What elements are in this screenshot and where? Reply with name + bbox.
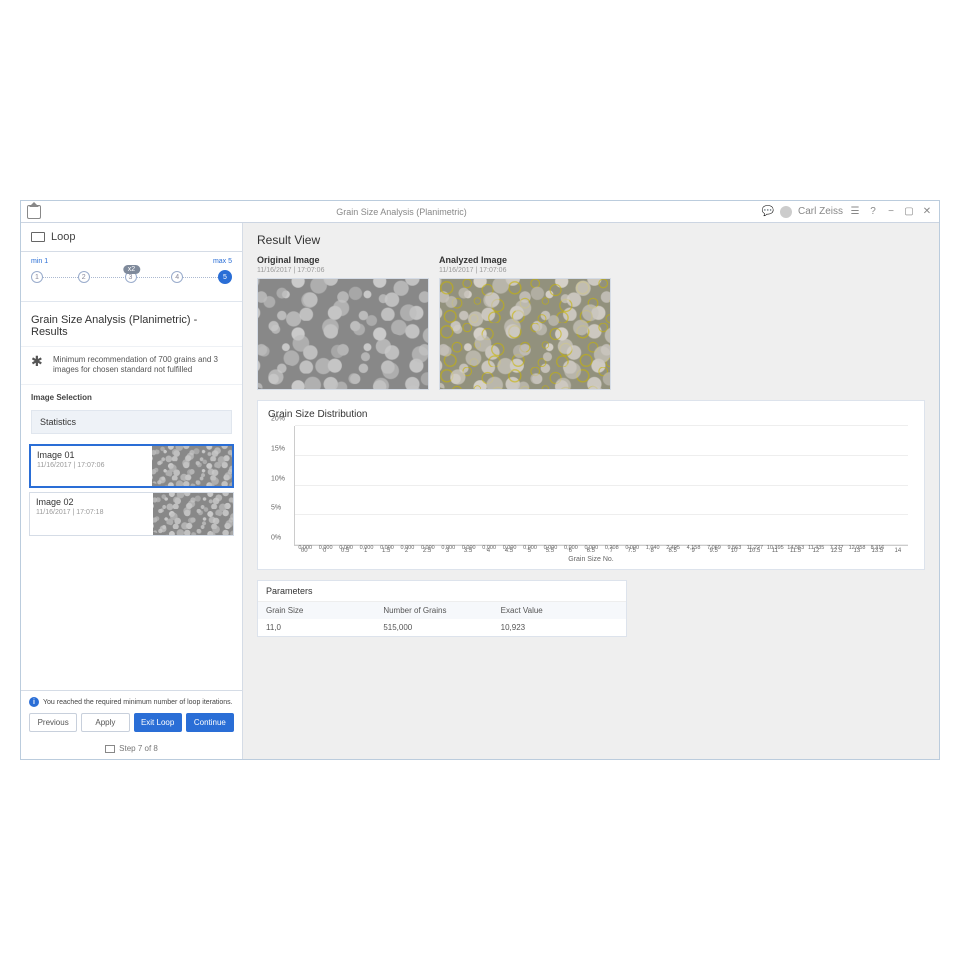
apply-button[interactable]: Apply: [81, 713, 129, 732]
analyzed-image-ts: 11/16/2017 | 17:07:06: [439, 267, 611, 274]
recommendation-text: Minimum recommendation of 700 grains and…: [53, 355, 232, 376]
main-content: Result View Original Image 11/16/2017 | …: [243, 223, 939, 759]
original-image-ts: 11/16/2017 | 17:07:06: [257, 267, 429, 274]
info-icon: i: [29, 697, 39, 707]
window-title: Grain Size Analysis (Planimetric): [41, 207, 762, 217]
loop-label: Loop: [51, 231, 75, 243]
progress-step-5[interactable]: 5: [218, 270, 232, 284]
menu-icon[interactable]: ☰: [849, 206, 861, 218]
help-icon[interactable]: ?: [867, 206, 879, 218]
user-avatar-icon[interactable]: [780, 206, 792, 218]
sidebar-footer: i You reached the required minimum numbe…: [21, 690, 242, 738]
progress-step-1[interactable]: 1: [31, 271, 43, 283]
param-header-exact-value: Exact Value: [501, 606, 618, 615]
user-name: Carl Zeiss: [798, 206, 843, 217]
step-text: Step 7 of 8: [119, 744, 158, 753]
image-list: Image 01 11/16/2017 | 17:07:06 Image 02 …: [21, 440, 242, 690]
recommendation-row: Minimum recommendation of 700 grains and…: [21, 347, 242, 385]
info-text: You reached the required minimum number …: [43, 699, 233, 706]
statistics-tab[interactable]: Statistics: [31, 410, 232, 434]
image-timestamp: 11/16/2017 | 17:07:06: [37, 462, 146, 469]
app-window: Grain Size Analysis (Planimetric) 💬 Carl…: [20, 200, 940, 760]
analyzed-image[interactable]: [439, 278, 611, 390]
loop-header: Loop: [21, 223, 242, 252]
info-row: i You reached the required minimum numbe…: [29, 697, 234, 707]
image-thumbnail: [153, 493, 233, 535]
progress-step-2[interactable]: 2: [78, 271, 90, 283]
progress-badge: x2: [123, 265, 140, 274]
progress-step-4[interactable]: 4: [171, 271, 183, 283]
param-header-num-grains: Number of Grains: [383, 606, 500, 615]
chat-icon[interactable]: 💬: [762, 206, 774, 218]
previous-button[interactable]: Previous: [29, 713, 77, 732]
exit-loop-button[interactable]: Exit Loop: [134, 713, 182, 732]
original-image-card: Original Image 11/16/2017 | 17:07:06: [257, 255, 429, 390]
original-image[interactable]: [257, 278, 429, 390]
chart-title: Grain Size Distribution: [268, 409, 914, 420]
recommendation-icon: [31, 355, 47, 371]
minimize-icon[interactable]: −: [885, 206, 897, 218]
close-icon[interactable]: ✕: [921, 206, 933, 218]
progress-min: min 1: [31, 258, 48, 265]
parameters-value-row: 11,0 515,000 10,923: [258, 619, 626, 636]
parameters-panel: Parameters Grain Size Number of Grains E…: [257, 580, 627, 637]
image-selection-label: Image Selection: [21, 385, 242, 406]
image-item-1[interactable]: Image 01 11/16/2017 | 17:07:06: [29, 444, 234, 488]
image-item-2[interactable]: Image 02 11/16/2017 | 17:07:18: [29, 492, 234, 536]
param-value-num-grains: 515,000: [383, 623, 500, 632]
sidebar: Loop min 1 max 5 x2 1 2 3 4 5 Grain Size…: [21, 223, 243, 759]
result-view-title: Result View: [257, 233, 925, 247]
analyzed-image-card: Analyzed Image 11/16/2017 | 17:07:06: [439, 255, 611, 390]
loop-progress: min 1 max 5 x2 1 2 3 4 5: [21, 252, 242, 302]
param-header-grain-size: Grain Size: [266, 606, 383, 615]
image-thumbnail: [152, 446, 232, 486]
original-image-title: Original Image: [257, 255, 429, 265]
titlebar: Grain Size Analysis (Planimetric) 💬 Carl…: [21, 201, 939, 223]
analyzed-image-title: Analyzed Image: [439, 255, 611, 265]
step-icon: [105, 745, 115, 753]
image-name: Image 02: [36, 497, 147, 507]
chart-x-axis-title: Grain Size No.: [268, 556, 914, 563]
panel-title: Grain Size Analysis (Planimetric) - Resu…: [21, 302, 242, 347]
param-value-grain-size: 11,0: [266, 623, 383, 632]
maximize-icon[interactable]: ▢: [903, 206, 915, 218]
chart-panel: Grain Size Distribution 0%5%10%15%20%0,0…: [257, 400, 925, 570]
param-value-exact-value: 10,923: [501, 623, 618, 632]
step-indicator: Step 7 of 8: [21, 738, 242, 759]
image-name: Image 01: [37, 450, 146, 460]
home-icon[interactable]: [27, 205, 41, 219]
loop-icon: [31, 232, 45, 242]
chart-area: 0%5%10%15%20%0,0000,0000,0000,0000,0000,…: [294, 426, 908, 546]
parameters-header-row: Grain Size Number of Grains Exact Value: [258, 602, 626, 619]
image-timestamp: 11/16/2017 | 17:07:18: [36, 509, 147, 516]
parameters-title: Parameters: [258, 581, 626, 602]
chart-x-tick: 14: [888, 548, 908, 554]
progress-max: max 5: [213, 258, 232, 265]
continue-button[interactable]: Continue: [186, 713, 234, 732]
